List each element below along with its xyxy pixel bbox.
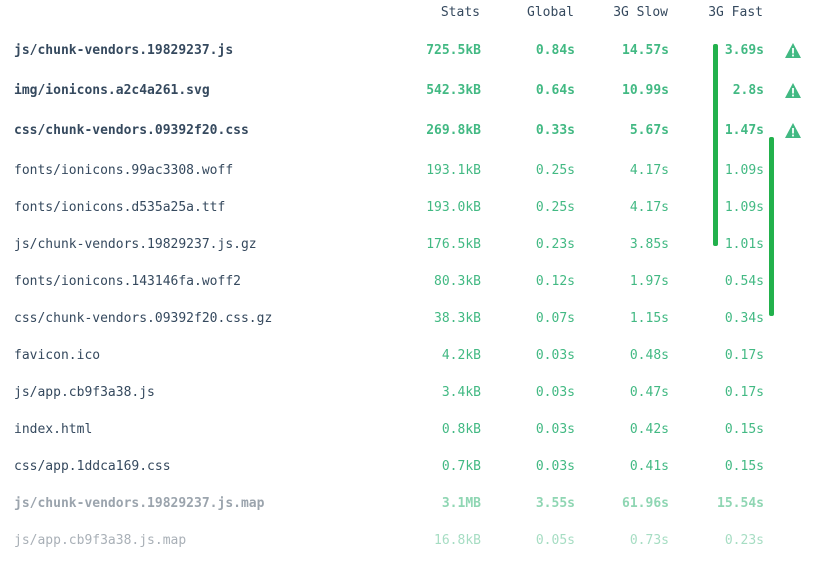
asset-3g-fast-time: 0.15s	[724, 459, 764, 474]
table-row[interactable]: js/chunk-vendors.19829237.js 725.5kB 0.8…	[0, 40, 815, 64]
table-row[interactable]: js/app.cb9f3a38.js 3.4kB 0.03s 0.47s 0.1…	[0, 382, 815, 406]
asset-global-time: 0.03s	[535, 348, 575, 363]
asset-name: css/app.1ddca169.css	[14, 459, 171, 474]
warning-triangle-icon[interactable]	[784, 42, 802, 60]
asset-global-time: 0.03s	[535, 385, 575, 400]
asset-name: index.html	[14, 422, 93, 437]
asset-global-time: 0.84s	[535, 43, 575, 58]
table-row[interactable]: js/chunk-vendors.19829237.js.gz 176.5kB …	[0, 234, 815, 258]
asset-3g-slow-time: 5.67s	[629, 123, 669, 138]
asset-name: fonts/ionicons.143146fa.woff2	[14, 274, 241, 289]
asset-size: 269.8kB	[426, 123, 481, 138]
asset-3g-slow-time: 1.97s	[629, 274, 669, 289]
asset-3g-fast-time: 3.69s	[724, 43, 764, 58]
asset-global-time: 0.64s	[535, 83, 575, 98]
table-row[interactable]: fonts/ionicons.143146fa.woff2 80.3kB 0.1…	[0, 271, 815, 295]
asset-name: img/ionicons.a2c4a261.svg	[14, 83, 210, 98]
asset-3g-slow-time: 1.15s	[629, 311, 669, 326]
asset-global-time: 0.25s	[535, 163, 575, 178]
asset-3g-slow-time: 4.17s	[629, 163, 669, 178]
asset-3g-fast-time: 0.23s	[724, 533, 764, 548]
asset-size: 193.0kB	[426, 200, 481, 215]
asset-size: 176.5kB	[426, 237, 481, 252]
asset-3g-fast-time: 1.47s	[724, 123, 764, 138]
asset-size: 4.2kB	[441, 348, 481, 363]
asset-global-time: 0.23s	[535, 237, 575, 252]
asset-3g-fast-time: 0.54s	[724, 274, 764, 289]
asset-3g-slow-time: 4.17s	[629, 200, 669, 215]
table-row[interactable]: css/chunk-vendors.09392f20.css 269.8kB 0…	[0, 120, 815, 144]
asset-3g-fast-time: 0.17s	[724, 348, 764, 363]
asset-name: js/chunk-vendors.19829237.js	[14, 43, 234, 58]
asset-3g-slow-time: 3.85s	[629, 237, 669, 252]
asset-size: 193.1kB	[426, 163, 481, 178]
asset-3g-fast-time: 0.15s	[724, 422, 764, 437]
asset-name: js/chunk-vendors.19829237.js.gz	[14, 237, 257, 252]
asset-size: 3.1MB	[441, 496, 481, 511]
asset-name: css/chunk-vendors.09392f20.css.gz	[14, 311, 273, 326]
asset-3g-slow-time: 10.99s	[622, 83, 669, 98]
annotation-bar-right	[769, 137, 774, 316]
asset-name: js/chunk-vendors.19829237.js.map	[14, 496, 265, 511]
asset-global-time: 0.25s	[535, 200, 575, 215]
asset-3g-fast-time: 15.54s	[717, 496, 764, 511]
asset-size: 3.4kB	[441, 385, 481, 400]
asset-global-time: 0.07s	[535, 311, 575, 326]
asset-3g-fast-time: 1.09s	[724, 200, 764, 215]
asset-3g-slow-time: 0.42s	[629, 422, 669, 437]
table-row[interactable]: img/ionicons.a2c4a261.svg 542.3kB 0.64s …	[0, 80, 815, 104]
asset-size: 16.8kB	[434, 533, 481, 548]
asset-3g-slow-time: 61.96s	[622, 496, 669, 511]
asset-3g-fast-time: 0.34s	[724, 311, 764, 326]
table-row[interactable]: fonts/ionicons.99ac3308.woff 193.1kB 0.2…	[0, 160, 815, 184]
asset-global-time: 0.03s	[535, 459, 575, 474]
asset-name: js/app.cb9f3a38.js	[14, 385, 155, 400]
asset-3g-slow-time: 0.73s	[629, 533, 669, 548]
warning-triangle-icon[interactable]	[784, 82, 802, 100]
asset-name: fonts/ionicons.d535a25a.ttf	[14, 200, 226, 215]
asset-3g-fast-time: 0.17s	[724, 385, 764, 400]
asset-size: 0.8kB	[441, 422, 481, 437]
asset-size: 80.3kB	[434, 274, 481, 289]
asset-3g-slow-time: 14.57s	[622, 43, 669, 58]
asset-name: css/chunk-vendors.09392f20.css	[14, 123, 249, 138]
table-row[interactable]: js/app.cb9f3a38.js.map 16.8kB 0.05s 0.73…	[0, 530, 815, 554]
table-row[interactable]: index.html 0.8kB 0.03s 0.42s 0.15s	[0, 419, 815, 443]
asset-global-time: 0.12s	[535, 274, 575, 289]
assets-table: js/chunk-vendors.19829237.js 725.5kB 0.8…	[0, 0, 815, 562]
asset-size: 38.3kB	[434, 311, 481, 326]
asset-global-time: 0.05s	[535, 533, 575, 548]
table-row[interactable]: fonts/ionicons.d535a25a.ttf 193.0kB 0.25…	[0, 197, 815, 221]
asset-3g-slow-time: 0.48s	[629, 348, 669, 363]
annotation-bar-left	[713, 44, 718, 246]
table-row[interactable]: favicon.ico 4.2kB 0.03s 0.48s 0.17s	[0, 345, 815, 369]
table-row[interactable]: js/chunk-vendors.19829237.js.map 3.1MB 3…	[0, 493, 815, 517]
asset-3g-slow-time: 0.41s	[629, 459, 669, 474]
asset-global-time: 0.33s	[535, 123, 575, 138]
asset-size: 725.5kB	[426, 43, 481, 58]
asset-3g-slow-time: 0.47s	[629, 385, 669, 400]
asset-name: fonts/ionicons.99ac3308.woff	[14, 163, 234, 178]
asset-global-time: 3.55s	[535, 496, 575, 511]
asset-name: js/app.cb9f3a38.js.map	[14, 533, 187, 548]
asset-size: 542.3kB	[426, 83, 481, 98]
asset-3g-fast-time: 1.09s	[724, 163, 764, 178]
asset-size: 0.7kB	[441, 459, 481, 474]
asset-3g-fast-time: 1.01s	[724, 237, 764, 252]
asset-global-time: 0.03s	[535, 422, 575, 437]
table-row[interactable]: css/chunk-vendors.09392f20.css.gz 38.3kB…	[0, 308, 815, 332]
table-row[interactable]: css/app.1ddca169.css 0.7kB 0.03s 0.41s 0…	[0, 456, 815, 480]
asset-name: favicon.ico	[14, 348, 101, 363]
warning-triangle-icon[interactable]	[784, 122, 802, 140]
asset-3g-fast-time: 2.8s	[732, 83, 764, 98]
